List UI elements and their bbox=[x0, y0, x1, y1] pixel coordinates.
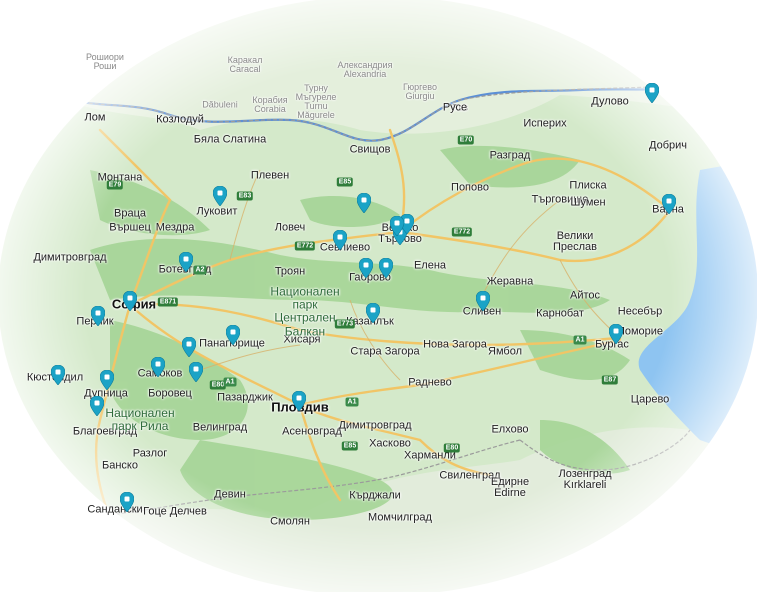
road-shield-e773: E773 bbox=[334, 319, 356, 329]
map-label-asenovgrad: Асеновград bbox=[282, 425, 342, 438]
map-label-central-balkan: Национален парк Централен Балкан bbox=[270, 284, 340, 339]
map-label-dimitrovgrad: Димитровград bbox=[338, 419, 412, 432]
map-pin-icon-plovdiv[interactable] bbox=[291, 390, 307, 412]
road-shield-e772b: E772 bbox=[451, 227, 473, 237]
map-label-karnobat: Карнобат bbox=[536, 307, 584, 320]
map-label-pleven: Плевен bbox=[250, 169, 290, 182]
map-label-dulovo: Дулово bbox=[591, 95, 629, 108]
map-label-rosiori: Рошиори Роши bbox=[86, 52, 124, 71]
road-shield-e70: E70 bbox=[457, 135, 475, 145]
map-pin-icon-sliven[interactable] bbox=[475, 290, 491, 312]
map-pin-icon-dobrich-north[interactable] bbox=[644, 82, 660, 104]
map-label-dimitrovgrad-w: Димитровград bbox=[33, 251, 107, 264]
map-label-razgrad: Разград bbox=[489, 149, 531, 162]
map-label-gotse: Гоце Делчев bbox=[143, 505, 207, 518]
map-pin-icon-kazanlak[interactable] bbox=[365, 302, 381, 324]
road-shield-e79: E79 bbox=[106, 180, 124, 190]
map-pin-icon-panagyurishte[interactable] bbox=[225, 324, 241, 346]
map-pin-icon-botevgrad[interactable] bbox=[178, 251, 194, 273]
map-label-yambol: Ямбол bbox=[488, 345, 522, 358]
map-pin-icon-burgas[interactable] bbox=[608, 323, 624, 345]
map-label-alexandria: Александрия Alexandria bbox=[337, 60, 393, 79]
map-label-elhovo: Елхово bbox=[491, 423, 529, 436]
map-pin-icon-gabrovo-1[interactable] bbox=[358, 257, 374, 279]
map-label-sandanski: Сандански bbox=[87, 503, 143, 516]
map-label-shumen: Шумен bbox=[570, 196, 606, 209]
road-shield-e80b: E80 bbox=[443, 443, 461, 453]
road-shield-a1b: A1 bbox=[345, 397, 359, 407]
map-pin-icon-sevlievo[interactable] bbox=[332, 229, 348, 251]
map-pin-icon-sandanski[interactable] bbox=[119, 491, 135, 513]
map-label-devin: Девин bbox=[214, 488, 246, 501]
map-label-smolyan: Смолян bbox=[270, 515, 310, 528]
road-shield-e85b: E85 bbox=[341, 441, 359, 451]
map-label-svishtov: Свищов bbox=[349, 143, 391, 156]
road-shield-a2: A2 bbox=[193, 265, 207, 275]
map-label-kozloduy: Козлодуй bbox=[156, 113, 204, 126]
map-label-rila: Национален парк Рила bbox=[105, 405, 175, 433]
map-pin-icon-gabrovo-2[interactable] bbox=[378, 257, 394, 279]
road-shield-e87: E87 bbox=[601, 375, 619, 385]
map-label-bansko: Банско bbox=[102, 459, 138, 472]
map-label-razlog: Разлог bbox=[132, 447, 168, 460]
map-label-edirne: Едирне Edirne bbox=[490, 476, 530, 499]
map-label-dobrich: Добрич bbox=[649, 139, 687, 152]
map-label-momchilgrad: Момчилград bbox=[368, 511, 432, 524]
map-label-aytos: Айтос bbox=[569, 289, 601, 302]
map-label-lukovit: Луковит bbox=[196, 205, 238, 218]
map-pin-icon-pleven-south[interactable] bbox=[356, 192, 372, 214]
map-label-haskovo: Хасково bbox=[369, 437, 411, 450]
map-pin-icon-kyustendil[interactable] bbox=[50, 364, 66, 386]
map-label-korabia: Корабия Corabia bbox=[252, 95, 288, 114]
map-label-lovech: Ловеч bbox=[274, 221, 306, 234]
map-label-veliki-preslav: Велики Преслав bbox=[552, 230, 598, 253]
map-label-vratsa: Враца bbox=[114, 207, 146, 220]
map-pin-icon-samokov[interactable] bbox=[150, 356, 166, 378]
road-shield-e871: E871 bbox=[157, 297, 179, 307]
road-shield-e83: E83 bbox=[236, 191, 254, 201]
road-shield-e85: E85 bbox=[336, 177, 354, 187]
map-label-pazardzhik: Пазарджик bbox=[217, 391, 273, 404]
map-label-nova-zagora: Нова Загора bbox=[423, 338, 487, 351]
map-label-tsarevo: Царево bbox=[630, 393, 670, 406]
map-label-isperih: Исперих bbox=[523, 117, 567, 130]
map-label-lom: Лом bbox=[84, 111, 106, 124]
map-label-giurgiu: Гюргево Giurgiu bbox=[403, 82, 437, 101]
map-pin-icon-lukovit[interactable] bbox=[212, 185, 228, 207]
map-pin-icon-sofia[interactable] bbox=[122, 290, 138, 312]
map-label-zheravna: Жеравна bbox=[486, 275, 534, 288]
map-pin-icon-belovo[interactable] bbox=[188, 361, 204, 383]
map-pin-icon-varna[interactable] bbox=[661, 193, 677, 215]
map-label-stara-zagora: Стара Загора bbox=[350, 345, 420, 358]
map-label-nesebar: Несебър bbox=[617, 305, 663, 318]
map-label-lozengrad: Лозенград Kırklareli bbox=[558, 468, 612, 491]
map-label-byala-sl: Бяла Слатина bbox=[193, 133, 267, 146]
map-label-dabuleni: Dăbuleni bbox=[202, 99, 238, 110]
map-pin-icon-dupnitsa[interactable] bbox=[99, 369, 115, 391]
map-label-karakal: Каракал Caracal bbox=[227, 55, 263, 74]
map-label-borovets: Боровец bbox=[148, 387, 192, 400]
map-pin-icon-pernik[interactable] bbox=[90, 305, 106, 327]
map-label-elena: Елена bbox=[413, 259, 447, 272]
road-shield-e772: E772 bbox=[294, 241, 316, 251]
map-label-radnevo: Раднево bbox=[408, 376, 452, 389]
map-view[interactable]: Каракал Caracal Рошиори Роши Александрия A… bbox=[0, 0, 757, 592]
map-label-mezdra: Мездра bbox=[155, 221, 195, 234]
map-label-popovo: Попово bbox=[451, 181, 489, 194]
map-pin-icon-borovets[interactable] bbox=[181, 336, 197, 358]
map-label-velingrad: Велинград bbox=[192, 421, 248, 434]
map-label-ruse: Русе bbox=[442, 101, 468, 114]
road-shield-a1c: A1 bbox=[573, 335, 587, 345]
map-label-kardzhali: Кърджали bbox=[349, 489, 401, 502]
map-label-pliska: Плиска bbox=[569, 179, 607, 192]
map-label-turnu: Турну Мъгуреле Turnu Măgurele bbox=[295, 83, 337, 120]
map-pin-icon-veliko-tarnovo-3[interactable] bbox=[389, 215, 405, 237]
road-shield-a1: A1 bbox=[223, 377, 237, 387]
map-label-vaptsov: Вършец bbox=[109, 221, 151, 234]
map-label-pomorie: Поморие bbox=[616, 325, 664, 338]
map-pin-icon-blagoevgrad[interactable] bbox=[89, 395, 105, 417]
map-label-troyan: Троян bbox=[274, 265, 306, 278]
